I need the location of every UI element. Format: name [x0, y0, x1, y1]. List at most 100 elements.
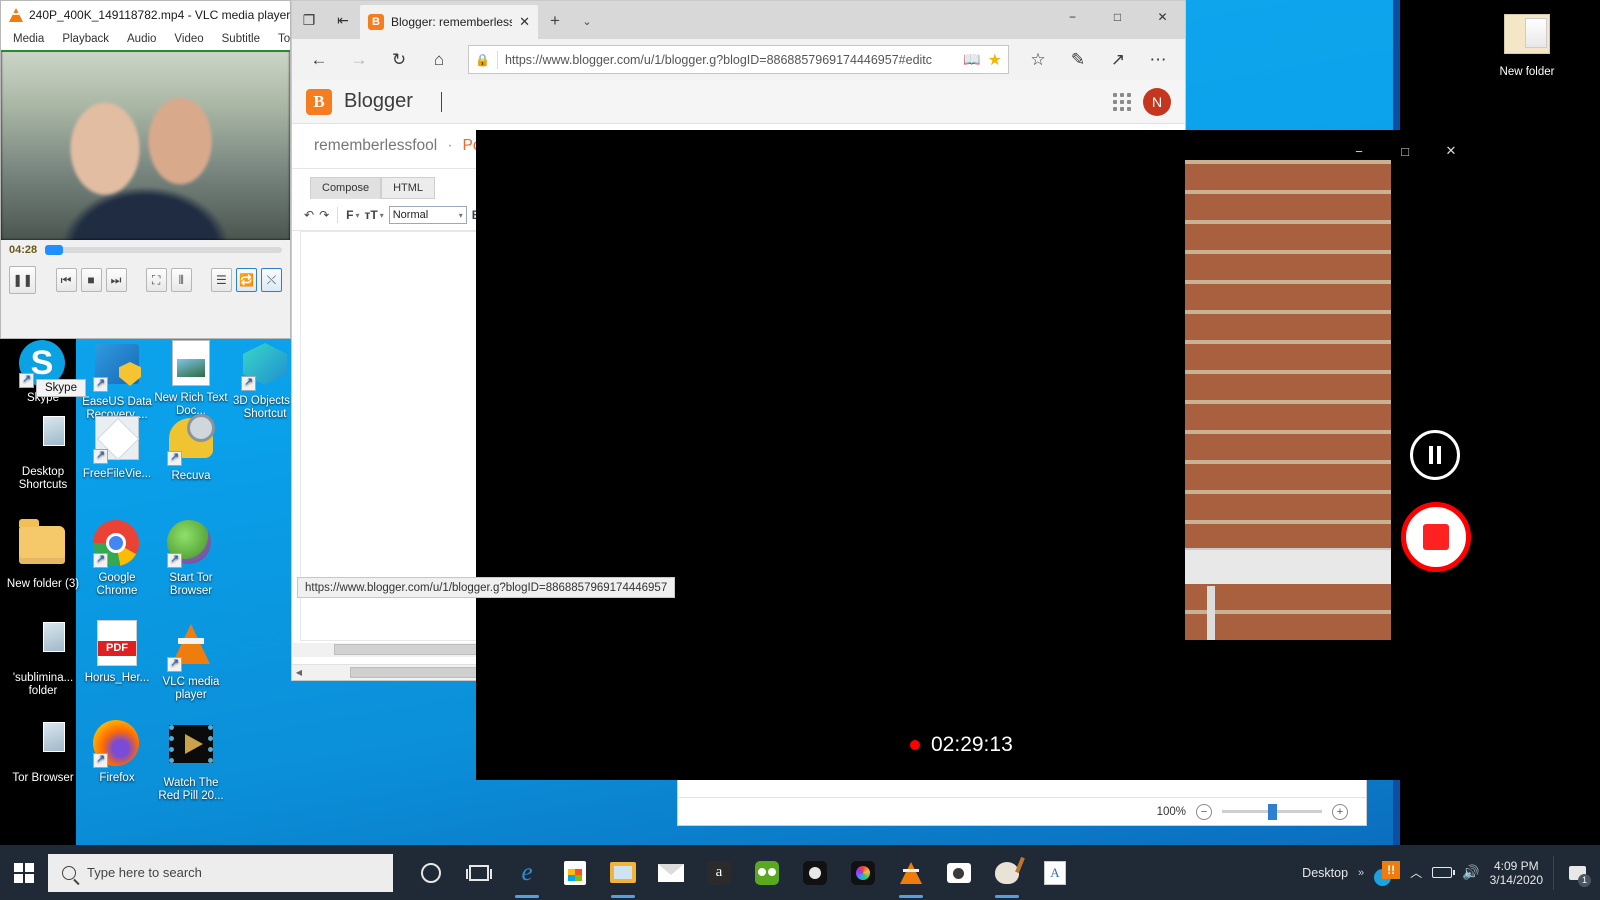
favorite-star-icon[interactable]: ★	[988, 50, 1002, 70]
clock[interactable]: 4:09 PM 3/14/2020	[1490, 859, 1543, 887]
vlc-menu-item[interactable]: Media	[13, 33, 44, 45]
maximize-button[interactable]: □	[1095, 1, 1140, 33]
zoom-in-button[interactable]: +	[1332, 803, 1348, 820]
tray-show-hidden-icon[interactable]: ︿	[1410, 864, 1422, 881]
taskbar-mail-icon[interactable]	[647, 845, 695, 900]
vlc-equalizer-button[interactable]: ⦀	[170, 268, 192, 292]
start-button[interactable]	[0, 845, 48, 900]
vlc-seek-knob[interactable]	[45, 245, 64, 255]
recorder-minimize-button[interactable]: −	[1336, 136, 1382, 166]
taskbar-edge-icon[interactable]: e	[503, 845, 551, 900]
forward-icon[interactable]: →	[340, 44, 378, 76]
address-bar[interactable]: 🔒 https://www.blogger.com/u/1/blogger.g?…	[468, 45, 1009, 74]
taskbar-app-icons[interactable]: e a A	[393, 845, 1079, 900]
undo-button[interactable]: ↶	[304, 208, 314, 222]
recorder-stop-button[interactable]	[1401, 502, 1471, 572]
taskbar-amazon-icon[interactable]: a	[695, 845, 743, 900]
vlc-loop-button[interactable]: 🔁	[235, 268, 257, 292]
tab-preview-icon[interactable]: ❐	[292, 5, 326, 35]
page-scroll-left-arrow[interactable]: ◀	[292, 668, 306, 677]
vlc-pause-button[interactable]: ❚❚	[9, 266, 37, 294]
vlc-seek-area[interactable]: 04:28	[1, 240, 290, 260]
web-note-icon[interactable]: ✎	[1059, 44, 1097, 76]
tray-desktop-label[interactable]: Desktop	[1302, 866, 1348, 880]
taskbar-camera-dark-icon[interactable]	[791, 845, 839, 900]
tray-overflow-icon[interactable]: »	[1358, 867, 1364, 879]
tray-skype-vlc-icon[interactable]: !!	[1374, 860, 1401, 886]
zoom-slider-thumb[interactable]	[1268, 804, 1277, 820]
close-button[interactable]: ✕	[1140, 1, 1185, 33]
vlc-menu-item[interactable]: Subtitle	[222, 33, 260, 45]
vlc-video-surface[interactable]	[1, 50, 290, 240]
vlc-shuffle-button[interactable]: ⤬	[260, 268, 282, 292]
blog-name-label[interactable]: rememberlessfool	[314, 137, 437, 155]
desktop-icon[interactable]: Recuva	[154, 414, 228, 483]
desktop-icon[interactable]: Watch The Red Pill 20...	[154, 720, 228, 803]
zoom-slider[interactable]	[1222, 804, 1322, 820]
desktop-icon[interactable]: EaseUS Data Recovery ...	[80, 340, 154, 422]
share-icon[interactable]: ↗	[1099, 44, 1137, 76]
vlc-menu-item[interactable]: Video	[174, 33, 203, 45]
close-tab-icon[interactable]: ✕	[519, 14, 530, 30]
desktop-icon[interactable]: VLC media player	[154, 620, 228, 702]
zoom-out-button[interactable]: −	[1196, 803, 1212, 820]
minimize-button[interactable]: −	[1050, 1, 1095, 33]
system-tray[interactable]: Desktop » !! ︿ 🔊 4:09 PM 3/14/2020 1	[1302, 855, 1600, 890]
desktop-icon[interactable]: Start Tor Browser	[154, 520, 228, 598]
editor-mode-tab[interactable]: Compose	[310, 177, 382, 199]
desktop-icon[interactable]: Horus_Her...	[80, 620, 154, 685]
recorder-window-controls[interactable]: − □ ✕	[1336, 136, 1474, 166]
vlc-previous-button[interactable]: ⏮	[55, 268, 77, 292]
recorder-pause-button[interactable]	[1410, 430, 1460, 480]
set-aside-tabs-icon[interactable]: ⇤	[326, 5, 360, 35]
browser-navbar[interactable]: ← → ↻ ⌂ 🔒 https://www.blogger.com/u/1/bl…	[292, 39, 1185, 80]
screen-recorder-overlay[interactable]: 02:29:13 − □ ✕	[476, 130, 1480, 780]
avatar[interactable]: N	[1143, 87, 1171, 116]
taskbar-cortana-icon[interactable]	[407, 845, 455, 900]
vlc-playlist-button[interactable]: ☰	[210, 268, 232, 292]
font-size-button[interactable]: ᴛT ▾	[364, 208, 383, 222]
browser-tabbar[interactable]: ❐ ⇤ B Blogger: rememberlessf ✕ + ⌄ − □ ✕	[292, 1, 1185, 39]
desktop-icon[interactable]: FreeFileVie...	[80, 414, 154, 481]
reading-view-icon[interactable]: 📖	[963, 51, 980, 68]
home-icon[interactable]: ⌂	[420, 44, 458, 76]
paragraph-format-select[interactable]: Normal ▾	[388, 206, 467, 224]
address-bar-url[interactable]: https://www.blogger.com/u/1/blogger.g?bl…	[505, 53, 956, 67]
vlc-stop-button[interactable]: ■	[80, 268, 102, 292]
taskbar-snip-icon[interactable]	[935, 845, 983, 900]
vlc-next-button[interactable]: ⏭	[105, 268, 127, 292]
redo-button[interactable]: ↷	[319, 208, 329, 222]
font-family-button[interactable]: F ▾	[346, 208, 359, 222]
vlc-menubar[interactable]: Media Playback Audio Video Subtitle Too	[1, 28, 290, 50]
desktop-icon[interactable]: Desktop Shortcuts	[6, 414, 80, 492]
battery-icon[interactable]	[1432, 867, 1456, 878]
taskbar-store-icon[interactable]	[551, 845, 599, 900]
volume-icon[interactable]: 🔊	[1462, 864, 1479, 881]
reading-list-icon[interactable]: ☆	[1019, 44, 1057, 76]
new-tab-button[interactable]: +	[538, 6, 572, 36]
taskbar-wordpad-icon[interactable]: A	[1031, 845, 1079, 900]
vlc-menu-item[interactable]: Too	[278, 33, 290, 45]
vlc-menu-item[interactable]: Audio	[127, 33, 156, 45]
desktop-icon[interactable]: New folder (3)	[6, 519, 80, 591]
taskbar-camera-color-icon[interactable]	[839, 845, 887, 900]
apps-grid-icon[interactable]	[1113, 92, 1131, 111]
vlc-control-bar[interactable]: ❚❚ ⏮ ■ ⏭ ⛶ ⦀ ☰ 🔁 ⤬	[1, 260, 290, 300]
vlc-seek-bar[interactable]	[45, 245, 282, 255]
taskbar-paint-icon[interactable]	[983, 845, 1031, 900]
desktop-icon[interactable]: Google Chrome	[80, 520, 154, 598]
chevron-down-icon[interactable]: ⌄	[572, 6, 602, 36]
back-icon[interactable]: ←	[300, 44, 338, 76]
more-icon[interactable]: ⋯	[1139, 44, 1177, 76]
desktop-icon[interactable]: Tor Browser	[6, 720, 80, 785]
desktop-icon[interactable]: New Rich Text Doc...	[154, 340, 228, 418]
recorder-maximize-button[interactable]: □	[1382, 136, 1428, 166]
taskbar-task-view-icon[interactable]	[455, 845, 503, 900]
browser-tab-active[interactable]: B Blogger: rememberlessf ✕	[360, 5, 538, 39]
taskbar-file-explorer-icon[interactable]	[599, 845, 647, 900]
vlc-window[interactable]: 240P_400K_149118782.mp4 - VLC media play…	[0, 0, 291, 339]
taskbar-tripadvisor-icon[interactable]	[743, 845, 791, 900]
desktop-icon[interactable]: Firefox	[80, 720, 154, 785]
desktop-icon[interactable]: New folder	[1490, 10, 1564, 79]
taskbar-vlc-icon[interactable]	[887, 845, 935, 900]
